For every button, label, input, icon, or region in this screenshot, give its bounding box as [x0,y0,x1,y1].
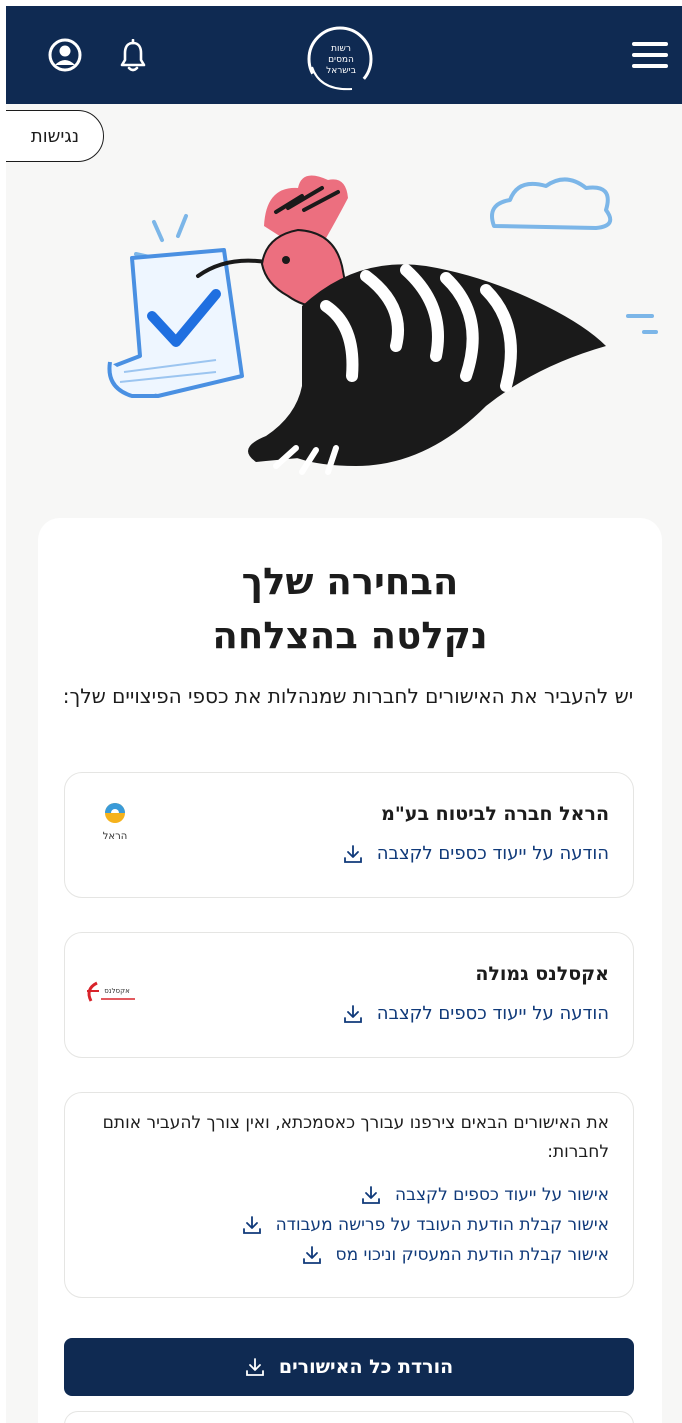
tax-authority-logo[interactable]: רשות המסים בישראל [302,21,378,97]
link-label: אישור קבלת הודעת העובד על פרישה מעבודה [275,1215,609,1235]
hoopoe-illustration [107,175,658,475]
logo-line-1: רשות [331,44,351,54]
company-card-harel: הראל חברה לביטוח בע"מ הודעה על ייעוד כספ… [64,772,634,898]
link-label: הודעה על ייעוד כספים לקצבה [376,1003,609,1024]
link-label: אישור על ייעוד כספים לקצבה [395,1185,609,1205]
download-icon [302,1246,321,1264]
link-label: הודעה על ייעוד כספים לקצבה [376,843,609,864]
download-link-employer-tax-approval[interactable]: אישור קבלת הודעת המעסיק וניכוי מס [302,1245,609,1265]
download-link-employee-retirement-approval[interactable]: אישור קבלת הודעת העובד על פרישה מעבודה [242,1215,609,1235]
excellence-logo-text: אקסלנס [104,987,130,995]
company-name: אקסלנס גמולה [475,963,609,985]
hamburger-menu-icon[interactable] [632,40,668,70]
top-header: רשות המסים בישראל [6,6,682,104]
next-section-card [64,1411,634,1423]
page: רשות המסים בישראל נגישות הבחירה שלך נקלט… [6,6,682,1423]
download-all-label: הורדת כל האישורים [278,1356,454,1378]
instructions-text: יש להעביר את האישורים לחברות שמנהלות את … [62,684,634,708]
user-icon[interactable] [48,38,82,72]
accessibility-button[interactable]: נגישות [6,110,104,162]
excellence-logo: אקסלנס [87,981,135,1002]
reference-documents-box: את האישורים הבאים צירפנו עבורך כאסמכתא, … [64,1092,634,1298]
company-card-excellence: אקסלנס גמולה הודעה על ייעוד כספים לקצבה … [64,932,634,1058]
logo-line-2: המסים [328,55,354,65]
logo-line-3: בישראל [326,66,356,76]
company-name: הראל חברה לביטוח בע"מ [381,803,609,825]
harel-logo: הראל [103,803,128,842]
download-link-excellence-pension-notice[interactable]: הודעה על ייעוד כספים לקצבה [343,1003,609,1024]
download-all-button[interactable]: הורדת כל האישורים [64,1338,634,1396]
download-icon [343,844,362,863]
page-title-line-1: הבחירה שלך [241,560,459,603]
bell-icon[interactable] [118,39,148,73]
download-link-harel-pension-notice[interactable]: הודעה על ייעוד כספים לקצבה [343,843,609,864]
link-label: אישור קבלת הודעת המעסיק וניכוי מס [335,1245,609,1265]
success-card: הבחירה שלך נקלטה בהצלחה יש להעביר את האי… [38,518,662,1423]
download-icon [362,1186,380,1204]
download-icon [343,1004,362,1023]
harel-logo-text: הראל [103,831,128,842]
download-icon [245,1358,264,1376]
download-icon [242,1216,261,1234]
download-link-pension-allocation-approval[interactable]: אישור על ייעוד כספים לקצבה [361,1185,609,1205]
page-title-line-2: נקלטה בהצלחה [212,614,488,657]
reference-documents-intro: את האישורים הבאים צירפנו עבורך כאסמכתא, … [102,1113,609,1162]
